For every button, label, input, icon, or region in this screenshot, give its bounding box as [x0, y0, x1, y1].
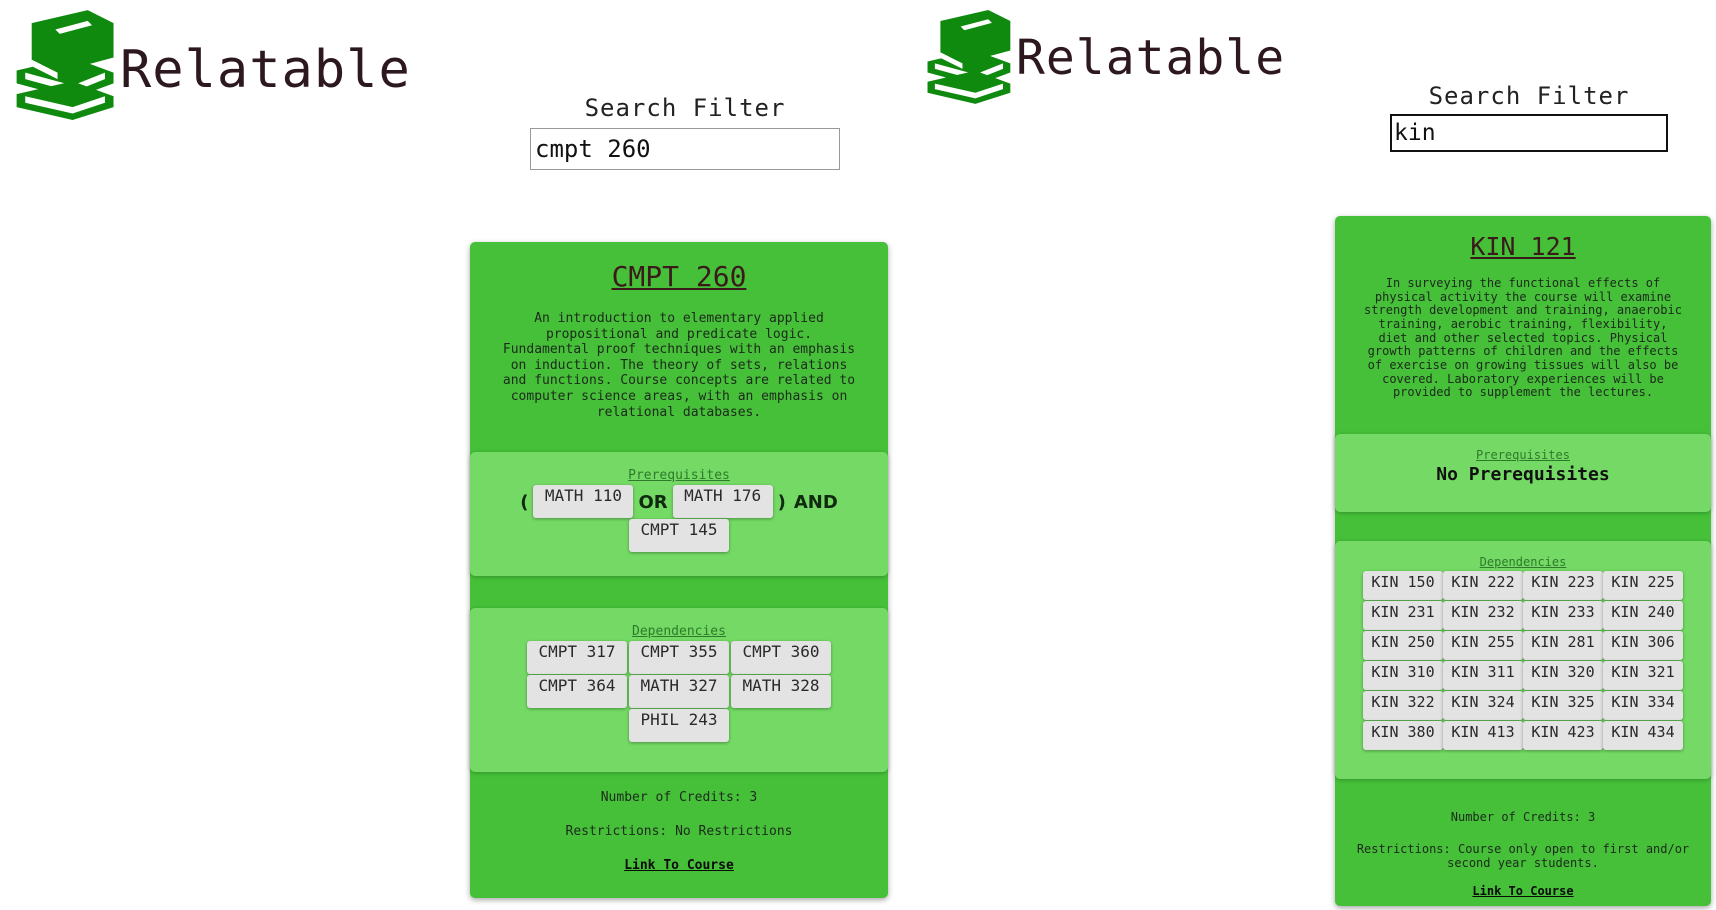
- dependency-chip[interactable]: KIN 232: [1443, 601, 1523, 630]
- dependency-chip[interactable]: KIN 334: [1603, 691, 1683, 720]
- restrictions-text: Restrictions: No Restrictions: [565, 824, 793, 839]
- prerequisites-panel: Prerequisites No Prerequisites: [1335, 434, 1711, 512]
- dependency-chip[interactable]: CMPT 360: [731, 641, 831, 674]
- dependencies-label: Dependencies: [632, 624, 726, 639]
- app-name: Relatable: [120, 40, 411, 100]
- dependency-chip[interactable]: KIN 223: [1523, 571, 1603, 600]
- dependency-chip[interactable]: CMPT 364: [527, 675, 627, 708]
- dependency-chip[interactable]: KIN 423: [1523, 721, 1603, 750]
- search-filter: Search Filter: [1390, 82, 1668, 152]
- course-card: CMPT 260 An introduction to elementary a…: [470, 242, 888, 898]
- books-icon: [927, 10, 1011, 104]
- dependency-chip[interactable]: KIN 434: [1603, 721, 1683, 750]
- prerequisites-panel: Prerequisites ( MATH 110 OR MATH 176 ) A…: [470, 452, 888, 576]
- course-description: In surveying the functional effects of p…: [1364, 276, 1682, 400]
- app-logo[interactable]: Relatable: [922, 6, 1285, 106]
- open-paren: (: [520, 491, 529, 513]
- dependency-chip[interactable]: KIN 231: [1363, 601, 1443, 630]
- search-filter: Search Filter: [530, 94, 840, 170]
- course-title[interactable]: KIN 121: [1335, 232, 1711, 261]
- link-to-course[interactable]: Link To Course: [1335, 884, 1711, 898]
- dependencies-list: CMPT 317 CMPT 355 CMPT 360 CMPT 364 MATH 327…: [526, 641, 832, 743]
- dependencies-list: KIN 150 KIN 222 KIN 223 KIN 225 KIN 231 KIN 2…: [1361, 571, 1685, 751]
- dependency-chip[interactable]: KIN 222: [1443, 571, 1523, 600]
- prerequisites-label: Prerequisites: [1476, 448, 1570, 462]
- dependency-chip[interactable]: KIN 325: [1523, 691, 1603, 720]
- prerequisites-label: Prerequisites: [628, 468, 730, 483]
- or-operator: OR: [638, 491, 668, 513]
- course-card: KIN 121 In surveying the functional effe…: [1335, 216, 1711, 906]
- dependency-chip[interactable]: CMPT 355: [629, 641, 729, 674]
- left-screen: Relatable Search Filter CMPT 260 An intr…: [0, 0, 920, 910]
- dependency-chip[interactable]: KIN 255: [1443, 631, 1523, 660]
- close-paren: ): [777, 491, 786, 513]
- books-icon: [16, 10, 114, 120]
- and-operator: AND: [793, 491, 838, 513]
- course-title[interactable]: CMPT 260: [470, 260, 888, 293]
- no-prerequisites-text: No Prerequisites: [1436, 464, 1610, 485]
- course-chip[interactable]: MATH 176: [672, 485, 773, 518]
- dependency-chip[interactable]: KIN 321: [1603, 661, 1683, 690]
- dependency-chip[interactable]: KIN 413: [1443, 721, 1523, 750]
- dependency-chip[interactable]: KIN 310: [1363, 661, 1443, 690]
- course-chip[interactable]: MATH 110: [533, 485, 634, 518]
- dependency-chip[interactable]: CMPT 317: [527, 641, 627, 674]
- app-name: Relatable: [1016, 30, 1286, 86]
- prerequisites-expression: ( MATH 110 OR MATH 176 ) AND CMPT 145: [514, 485, 844, 553]
- credits-text: Number of Credits: 3: [1450, 810, 1596, 824]
- dependency-chip[interactable]: PHIL 243: [629, 709, 729, 742]
- search-input[interactable]: [530, 128, 840, 170]
- dependency-chip[interactable]: KIN 380: [1363, 721, 1443, 750]
- dependency-chip[interactable]: KIN 225: [1603, 571, 1683, 600]
- dependencies-panel: Dependencies CMPT 317 CMPT 355 CMPT 360 CMP…: [470, 608, 888, 772]
- dependency-chip[interactable]: KIN 320: [1523, 661, 1603, 690]
- dependency-chip[interactable]: KIN 150: [1363, 571, 1443, 600]
- dependency-chip[interactable]: KIN 306: [1603, 631, 1683, 660]
- dependency-chip[interactable]: KIN 324: [1443, 691, 1523, 720]
- restrictions-text: Restrictions: Course only open to first …: [1356, 842, 1690, 871]
- dependency-chip[interactable]: KIN 281: [1523, 631, 1603, 660]
- dependencies-label: Dependencies: [1479, 555, 1567, 569]
- search-label: Search Filter: [584, 94, 786, 122]
- dependency-chip[interactable]: KIN 311: [1443, 661, 1523, 690]
- course-chip[interactable]: CMPT 145: [629, 519, 729, 552]
- dependency-chip[interactable]: KIN 322: [1363, 691, 1443, 720]
- dependency-chip[interactable]: KIN 250: [1363, 631, 1443, 660]
- dependency-chip[interactable]: KIN 233: [1523, 601, 1603, 630]
- course-description: An introduction to elementary applied pr…: [502, 311, 856, 420]
- dependencies-panel: Dependencies KIN 150 KIN 222 KIN 223 KIN 22…: [1335, 541, 1711, 779]
- dependency-chip[interactable]: KIN 240: [1603, 601, 1683, 630]
- search-label: Search Filter: [1428, 82, 1630, 110]
- app-logo[interactable]: Relatable: [10, 8, 411, 120]
- right-screen: Relatable Search Filter KIN 121 In surve…: [920, 0, 1716, 910]
- link-to-course[interactable]: Link To Course: [470, 858, 888, 873]
- dependency-chip[interactable]: MATH 327: [629, 675, 729, 708]
- credits-text: Number of Credits: 3: [600, 790, 758, 805]
- dependency-chip[interactable]: MATH 328: [731, 675, 831, 708]
- search-input[interactable]: [1390, 114, 1668, 152]
